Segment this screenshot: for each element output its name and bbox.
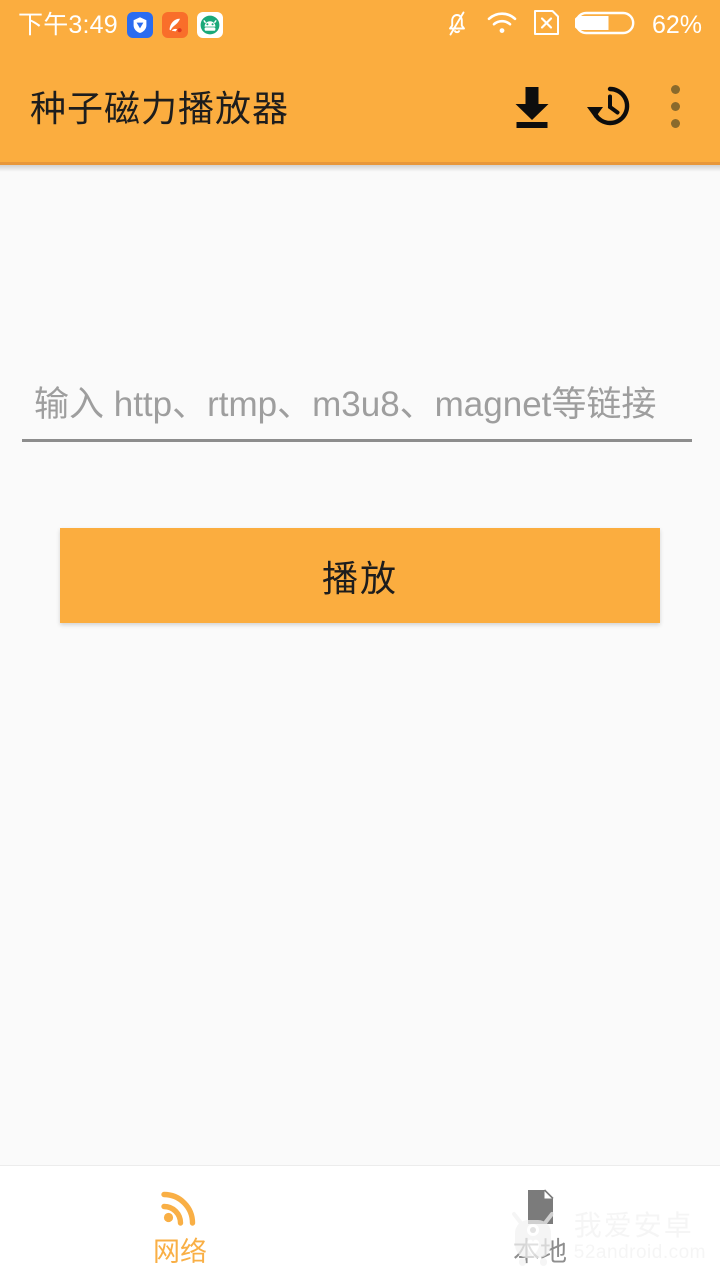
nav-tab-network-label: 网络	[153, 1236, 207, 1267]
play-button[interactable]: 播放	[60, 528, 660, 623]
status-bar-left: 下午3:49	[18, 12, 223, 38]
toolbar-actions	[494, 68, 704, 144]
nav-tab-local[interactable]: 本地	[360, 1166, 720, 1280]
overflow-menu-icon	[670, 84, 680, 128]
status-clock: 下午3:49	[18, 10, 118, 39]
battery-icon	[573, 9, 635, 42]
nav-tab-network[interactable]: 网络	[0, 1166, 360, 1280]
rss-feed-icon	[158, 1185, 202, 1229]
wifi-icon	[486, 10, 518, 41]
shield-app-icon	[126, 12, 153, 38]
main-content: 播放	[0, 165, 720, 1166]
download-button[interactable]	[494, 68, 570, 144]
file-document-icon	[518, 1185, 562, 1229]
status-bar: 下午3:49 62%	[0, 0, 720, 50]
sim-card-disabled-icon	[533, 9, 560, 41]
toolbar-shadow	[0, 165, 720, 172]
app-screen: 下午3:49 62% 种子磁力播放器 输入 http、rtmp、m3u8、mag…	[0, 0, 720, 1280]
history-button[interactable]	[570, 68, 646, 144]
bottom-navigation-bar: 网络 本地 我爱安卓 52android.com	[0, 1166, 720, 1280]
download-icon	[507, 81, 557, 131]
uc-browser-app-icon	[161, 12, 188, 38]
app-toolbar: 种子磁力播放器	[0, 50, 720, 165]
nav-tab-local-label: 本地	[513, 1236, 567, 1267]
battery-percent-label: 62%	[651, 10, 702, 39]
status-bar-right: 62%	[443, 8, 702, 43]
history-icon	[583, 81, 633, 131]
url-field-container	[22, 385, 692, 442]
url-input[interactable]	[22, 385, 692, 442]
page-title: 种子磁力播放器	[30, 88, 290, 129]
bell-muted-icon	[443, 8, 471, 43]
android-green-app-icon	[196, 12, 223, 38]
overflow-menu-button[interactable]	[646, 68, 704, 144]
